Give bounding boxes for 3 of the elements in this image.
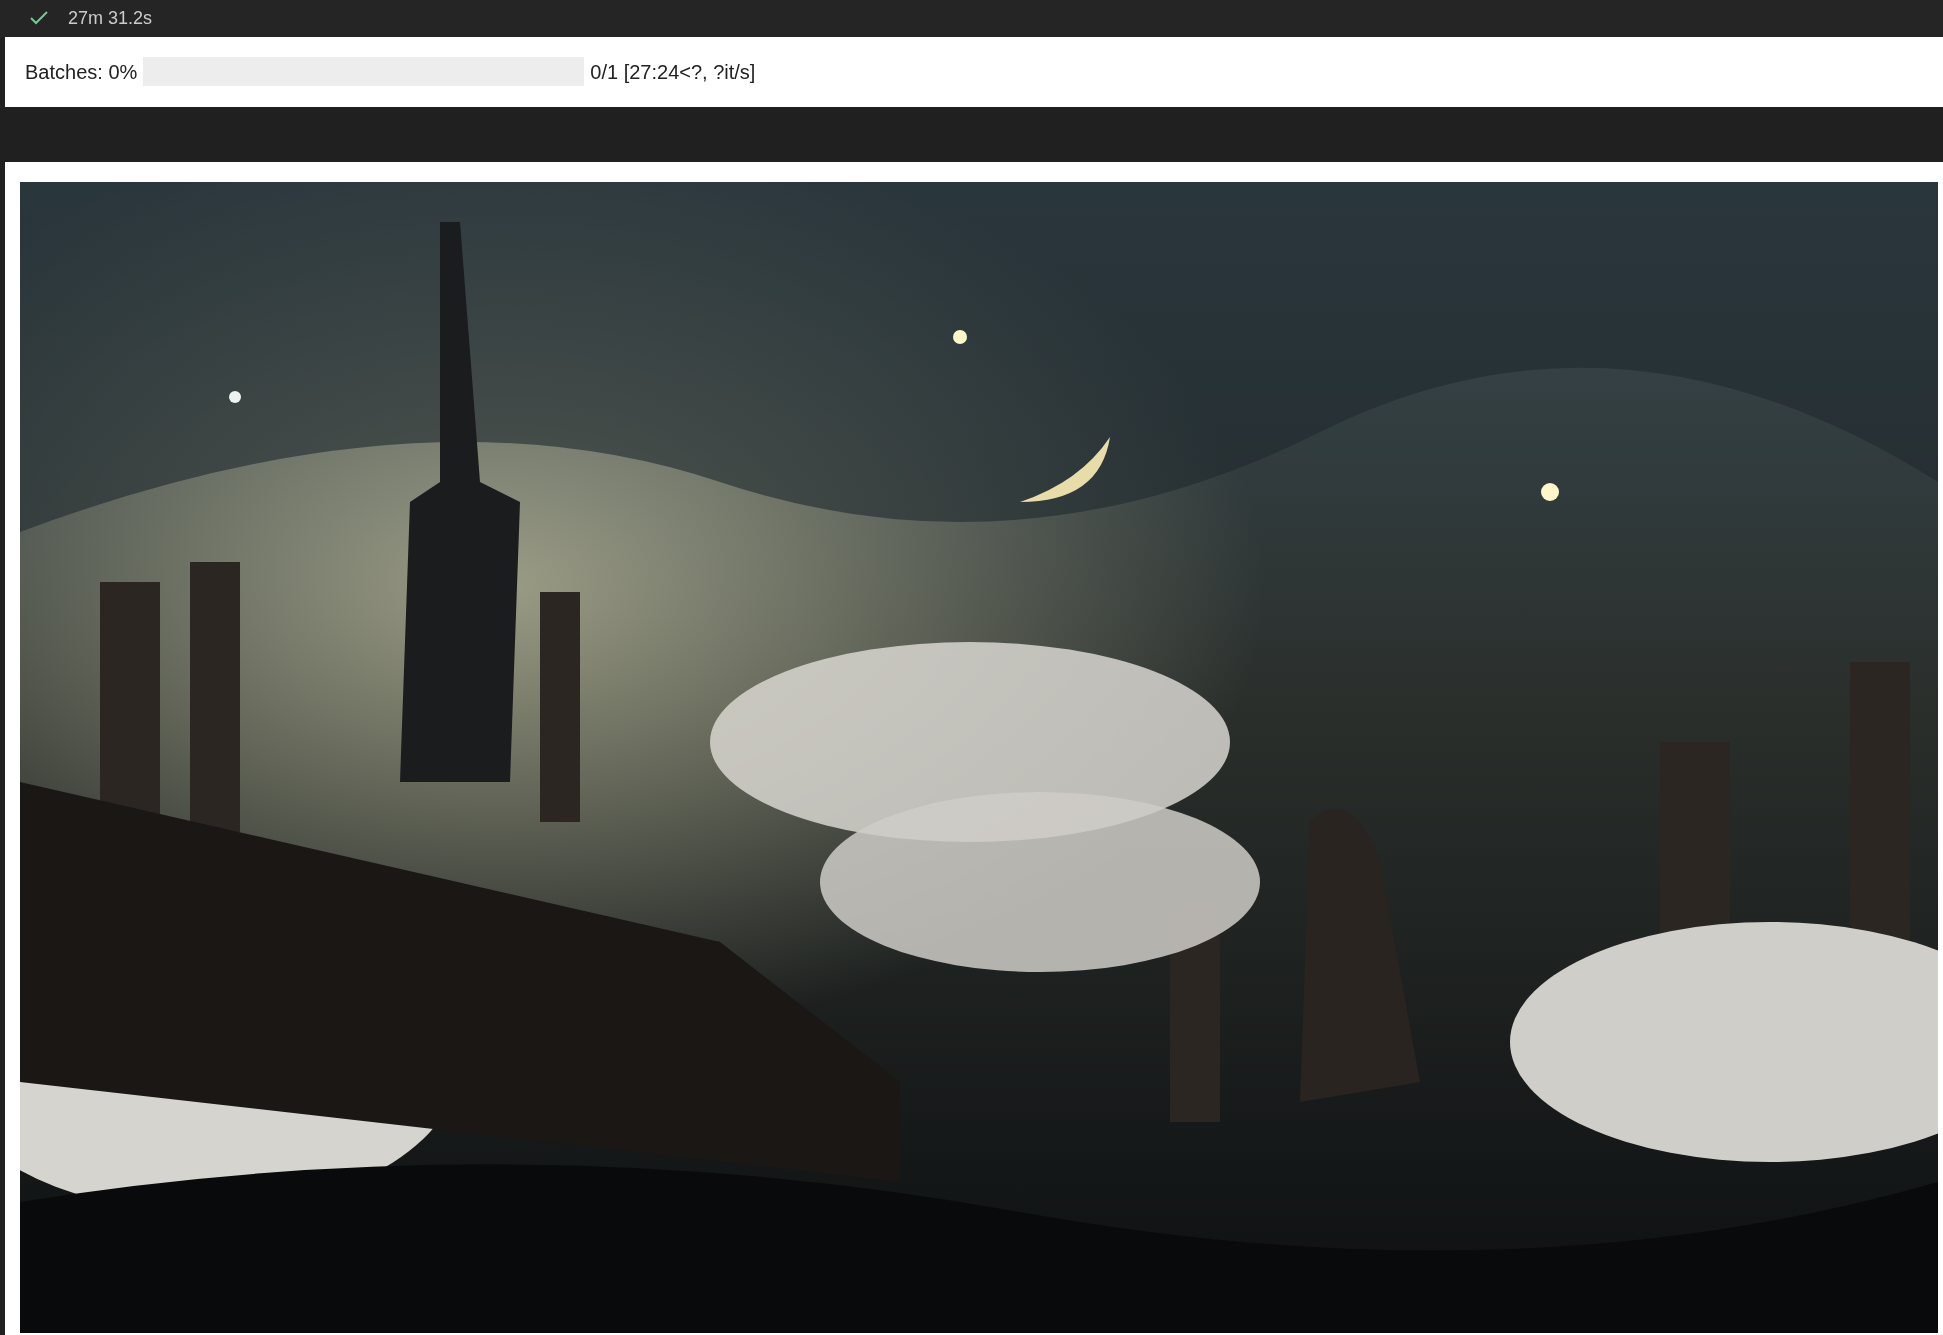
- progress-label: Batches: 0%: [25, 59, 138, 85]
- execution-time: 27m 31.2s: [68, 6, 153, 30]
- progress-reading: 0/1 [27:24<?, ?it/s]: [590, 59, 756, 85]
